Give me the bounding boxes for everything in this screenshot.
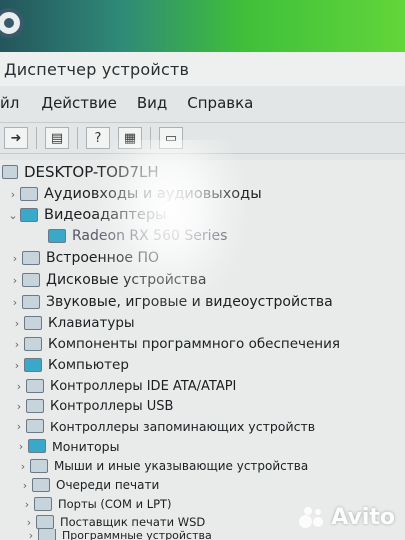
tree-item-label: Компоненты программного обеспечения bbox=[48, 336, 341, 352]
chevron-right-icon[interactable]: › bbox=[12, 420, 26, 433]
print-queue-icon bbox=[32, 478, 50, 492]
chevron-right-icon[interactable]: › bbox=[12, 400, 26, 413]
menu-view[interactable]: Вид bbox=[137, 94, 167, 112]
software-icon bbox=[24, 337, 42, 351]
steam-icon[interactable] bbox=[0, 8, 24, 38]
tree-item[interactable]: ⌄ Видеоадаптеры bbox=[6, 205, 167, 225]
properties-icon[interactable]: ▤ bbox=[45, 127, 69, 149]
computer-icon bbox=[24, 358, 42, 372]
tree-item[interactable]: › Звуковые, игровые и видеоустройства bbox=[8, 292, 333, 312]
arrow-right-icon[interactable]: ➜ bbox=[4, 127, 28, 149]
tree-item[interactable]: › Программные устройства bbox=[24, 529, 212, 540]
tree-item[interactable]: › Контроллеры IDE ATA/ATAPI bbox=[12, 376, 237, 396]
toolbar: ➜ ▤ ? ▦ ▭ bbox=[0, 122, 405, 154]
menu-file[interactable]: йл bbox=[0, 94, 19, 112]
panel-icon[interactable]: ▦ bbox=[118, 127, 142, 149]
menu-bar: йл Действие Вид Справка bbox=[0, 90, 405, 116]
tree-item-label: Контроллеры USB bbox=[50, 398, 174, 414]
desktop-background bbox=[0, 0, 405, 52]
firmware-icon bbox=[22, 251, 40, 265]
chevron-right-icon[interactable]: › bbox=[20, 498, 34, 511]
tree-item[interactable]: › Порты (COM и LPT) bbox=[20, 494, 172, 514]
chevron-right-icon[interactable]: › bbox=[10, 359, 24, 372]
toolbar-separator bbox=[77, 127, 78, 149]
device-manager-window: Диспетчер устройств йл Действие Вид Спра… bbox=[0, 52, 405, 540]
tree-item-label: Контроллеры запоминающих устройств bbox=[50, 418, 316, 434]
tree-item-label: Клавиатуры bbox=[48, 315, 135, 331]
tree-child-label: Radeon RX 560 Series bbox=[72, 228, 228, 244]
sound-icon bbox=[22, 295, 40, 309]
monitor-device-icon bbox=[28, 439, 46, 453]
tree-item-label: Дисковые устройства bbox=[46, 272, 207, 288]
toolbar-separator bbox=[150, 127, 151, 149]
title-bar: Диспетчер устройств bbox=[0, 52, 405, 86]
chevron-right-icon[interactable]: › bbox=[14, 440, 28, 453]
chevron-right-icon[interactable]: › bbox=[10, 317, 24, 330]
chevron-right-icon[interactable]: › bbox=[12, 380, 26, 393]
tree-item-label: Встроенное ПО bbox=[46, 250, 160, 266]
computer-root-icon bbox=[2, 165, 18, 179]
tree-item-label: Мыши и иные указывающие устройства bbox=[54, 459, 309, 473]
chevron-right-icon[interactable]: › bbox=[8, 274, 22, 287]
tree-item-label: Контроллеры IDE ATA/ATAPI bbox=[50, 378, 237, 394]
tree-item-label: Поставщик печати WSD bbox=[60, 515, 206, 529]
tree-item[interactable]: › Клавиатуры bbox=[10, 313, 135, 333]
tree-item-label: Очереди печати bbox=[56, 478, 160, 492]
tree-item-label: Мониторы bbox=[52, 438, 120, 454]
tree-item[interactable]: › Компоненты программного обеспечения bbox=[10, 334, 340, 354]
wsd-icon bbox=[36, 515, 54, 529]
tree-item-label: Аудиовходы и аудиовыходы bbox=[44, 186, 262, 202]
ide-icon bbox=[26, 379, 44, 393]
menu-help[interactable]: Справка bbox=[187, 94, 253, 112]
chevron-right-icon[interactable]: › bbox=[16, 460, 30, 473]
chevron-right-icon[interactable]: › bbox=[6, 188, 20, 201]
device-tree: DESKTOP-TOD7LH › Аудиовходы и аудиовыход… bbox=[0, 160, 405, 540]
tree-root-label: DESKTOP-TOD7LH bbox=[24, 163, 159, 181]
tree-item-label: Звуковые, игровые и видеоустройства bbox=[46, 294, 333, 310]
chevron-right-icon[interactable]: › bbox=[18, 479, 32, 492]
display-adapter-icon bbox=[20, 208, 38, 222]
speaker-icon bbox=[20, 187, 38, 201]
ports-icon bbox=[34, 497, 52, 511]
tree-item[interactable]: › Аудиовходы и аудиовыходы bbox=[6, 184, 262, 204]
tree-item-label: Порты (COM и LPT) bbox=[58, 497, 172, 511]
tree-item[interactable]: › Мониторы bbox=[14, 436, 120, 456]
chevron-right-icon[interactable]: › bbox=[24, 529, 38, 540]
tree-item[interactable]: › Компьютер bbox=[10, 355, 129, 375]
mouse-icon bbox=[30, 459, 48, 473]
monitor-icon[interactable]: ▭ bbox=[159, 127, 183, 149]
chevron-right-icon[interactable]: › bbox=[22, 516, 36, 529]
avito-logo-icon bbox=[299, 506, 325, 529]
keyboard-icon bbox=[24, 316, 42, 330]
tree-item[interactable]: › Дисковые устройства bbox=[8, 270, 207, 290]
tree-item[interactable]: › Контроллеры USB bbox=[12, 396, 174, 416]
menu-action[interactable]: Действие bbox=[41, 94, 117, 112]
display-adapter-icon bbox=[48, 229, 66, 243]
disk-icon bbox=[22, 273, 40, 287]
window-title: Диспетчер устройств bbox=[4, 59, 190, 79]
tree-item-label: Видеоадаптеры bbox=[44, 207, 167, 223]
avito-watermark: Avito bbox=[299, 505, 395, 530]
tree-item[interactable]: › Очереди печати bbox=[18, 475, 159, 495]
usb-icon bbox=[26, 399, 44, 413]
chevron-right-icon[interactable]: › bbox=[10, 338, 24, 351]
tree-item[interactable]: › Встроенное ПО bbox=[8, 248, 159, 268]
chevron-right-icon[interactable]: › bbox=[8, 296, 22, 309]
software-device-icon bbox=[38, 529, 56, 540]
tree-root[interactable]: DESKTOP-TOD7LH bbox=[2, 162, 159, 182]
help-icon[interactable]: ? bbox=[86, 127, 110, 149]
avito-watermark-text: Avito bbox=[331, 505, 395, 530]
tree-item-label: Компьютер bbox=[48, 357, 129, 373]
storage-icon bbox=[26, 419, 44, 433]
chevron-down-icon[interactable]: ⌄ bbox=[6, 209, 20, 222]
tree-item-label: Программные устройства bbox=[62, 529, 212, 540]
tree-item[interactable]: › Мыши и иные указывающие устройства bbox=[16, 456, 308, 476]
toolbar-separator bbox=[36, 127, 37, 149]
tree-child-item[interactable]: Radeon RX 560 Series bbox=[48, 226, 227, 246]
chevron-right-icon[interactable]: › bbox=[8, 252, 22, 265]
tree-item[interactable]: › Контроллеры запоминающих устройств bbox=[12, 416, 315, 436]
